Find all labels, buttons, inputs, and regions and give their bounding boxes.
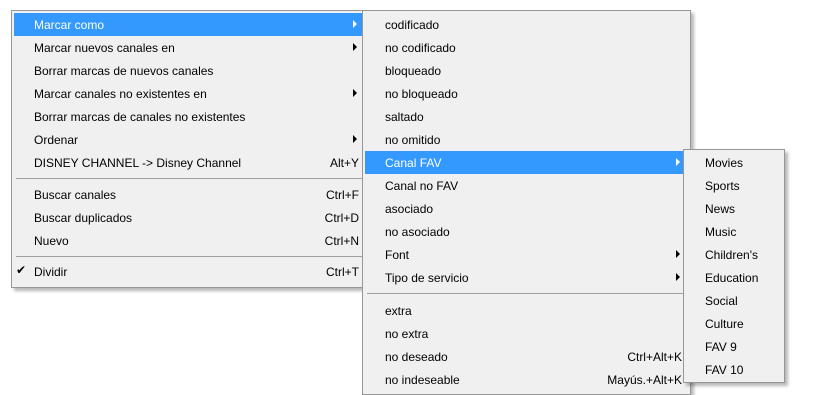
menu-item-label: Nuevo bbox=[34, 233, 69, 248]
menu-item-shortcut: Alt+Y bbox=[329, 155, 359, 170]
menu-separator bbox=[367, 293, 686, 294]
menu-item-bloqueado[interactable]: bloqueado bbox=[365, 59, 688, 82]
menu-item-label: Borrar marcas de canales no existentes bbox=[34, 109, 246, 124]
menu-item-font[interactable]: Font bbox=[365, 243, 688, 266]
menu-item-ordenar[interactable]: Ordenar bbox=[14, 128, 365, 151]
menu-item-fav-education[interactable]: Education bbox=[686, 266, 782, 289]
menu-item-label: Borrar marcas de nuevos canales bbox=[34, 63, 214, 78]
checkmark-icon: ✔ bbox=[16, 263, 27, 277]
submenu-arrow-icon bbox=[676, 250, 680, 258]
menu-item-label: no indeseable bbox=[385, 372, 460, 387]
menu-item-no-omitido[interactable]: no omitido bbox=[365, 128, 688, 151]
submenu-arrow-icon bbox=[353, 20, 357, 28]
menu-item-nuevo[interactable]: Nuevo Ctrl+N bbox=[14, 229, 365, 252]
submenu-arrow-icon bbox=[353, 89, 357, 97]
menu-item-label: Sports bbox=[705, 178, 740, 193]
menu-item-label: Buscar canales bbox=[34, 187, 117, 202]
menu-item-label: Movies bbox=[705, 155, 744, 170]
menu-item-fav-9[interactable]: FAV 9 bbox=[686, 335, 782, 358]
menu-item-label: FAV 9 bbox=[705, 339, 737, 354]
menu-item-label: Children's bbox=[705, 247, 758, 262]
menu-item-fav-10[interactable]: FAV 10 bbox=[686, 358, 782, 381]
menu-item-label: extra bbox=[385, 303, 412, 318]
menu-item-label: no omitido bbox=[385, 132, 441, 147]
menu-item-label: Tipo de servicio bbox=[385, 270, 469, 285]
menu-item-no-extra[interactable]: no extra bbox=[365, 322, 688, 345]
menu-item-shortcut: Ctrl+T bbox=[326, 264, 359, 279]
menu-item-label: Social bbox=[705, 293, 738, 308]
menu-item-label: Marcar nuevos canales en bbox=[34, 40, 175, 55]
submenu-arrow-icon bbox=[676, 273, 680, 281]
menu-item-label: Canal FAV bbox=[385, 155, 442, 170]
menu-item-borrar-marcas-nuevos[interactable]: Borrar marcas de nuevos canales bbox=[14, 59, 365, 82]
submenu-arrow-icon bbox=[353, 43, 357, 51]
menu-item-marcar-como[interactable]: Marcar como bbox=[14, 13, 365, 36]
menu-item-label: codificado bbox=[385, 17, 440, 32]
menu-item-label: no deseado bbox=[385, 349, 448, 364]
menu-item-label: Dividir bbox=[34, 264, 68, 279]
menu-item-canal-fav[interactable]: Canal FAV bbox=[365, 151, 688, 174]
menu-item-asociado[interactable]: asociado bbox=[365, 197, 688, 220]
menu-separator bbox=[16, 256, 363, 257]
menu-item-no-asociado[interactable]: no asociado bbox=[365, 220, 688, 243]
menu-item-fav-news[interactable]: News bbox=[686, 197, 782, 220]
submenu-arrow-icon bbox=[676, 158, 680, 166]
menu-item-fav-music[interactable]: Music bbox=[686, 220, 782, 243]
menu-item-canal-no-fav[interactable]: Canal no FAV bbox=[365, 174, 688, 197]
menu-item-borrar-no-existentes[interactable]: Borrar marcas de canales no existentes bbox=[14, 105, 365, 128]
menu-item-label: Ordenar bbox=[34, 132, 79, 147]
menu-item-label: News bbox=[705, 201, 736, 216]
menu-item-label: FAV 10 bbox=[705, 362, 744, 377]
menu-item-shortcut: Ctrl+Alt+K bbox=[627, 349, 682, 364]
menu-item-label: no codificado bbox=[385, 40, 456, 55]
menu-item-label: no extra bbox=[385, 326, 429, 341]
menu-item-fav-sports[interactable]: Sports bbox=[686, 174, 782, 197]
menu-item-no-deseado[interactable]: no deseado Ctrl+Alt+K bbox=[365, 345, 688, 368]
menu-item-extra[interactable]: extra bbox=[365, 299, 688, 322]
menu-item-label: Music bbox=[705, 224, 737, 239]
menu-item-label: Marcar como bbox=[34, 17, 105, 32]
menu-item-label: bloqueado bbox=[385, 63, 442, 78]
context-menu: Marcar como Marcar nuevos canales en Bor… bbox=[11, 10, 368, 288]
menu-item-codificado[interactable]: codificado bbox=[365, 13, 688, 36]
menu-item-label: Marcar canales no existentes en bbox=[34, 86, 207, 101]
menu-item-marcar-no-existentes[interactable]: Marcar canales no existentes en bbox=[14, 82, 365, 105]
menu-item-shortcut: Mayús.+Alt+K bbox=[607, 372, 682, 387]
fav-submenu: Movies Sports News Music Children's Educ… bbox=[683, 149, 785, 383]
menu-item-shortcut: Ctrl+N bbox=[324, 233, 359, 248]
mark-as-submenu: codificado no codificado bloqueado no bl… bbox=[362, 10, 691, 395]
menu-item-label: asociado bbox=[385, 201, 434, 216]
menu-item-label: no bloqueado bbox=[385, 86, 458, 101]
menu-item-tipo-servicio[interactable]: Tipo de servicio bbox=[365, 266, 688, 289]
menu-separator bbox=[16, 178, 363, 179]
menu-item-no-codificado[interactable]: no codificado bbox=[365, 36, 688, 59]
menu-item-label: Culture bbox=[705, 316, 744, 331]
menu-item-label: Canal no FAV bbox=[385, 178, 459, 193]
menu-item-buscar-canales[interactable]: Buscar canales Ctrl+F bbox=[14, 183, 365, 206]
menu-item-fav-childrens[interactable]: Children's bbox=[686, 243, 782, 266]
menu-item-label: Buscar duplicados bbox=[34, 210, 133, 225]
menu-item-label: no asociado bbox=[385, 224, 450, 239]
menu-item-fav-movies[interactable]: Movies bbox=[686, 151, 782, 174]
menu-item-dividir[interactable]: ✔ Dividir Ctrl+T bbox=[14, 260, 365, 283]
menu-item-shortcut: Ctrl+D bbox=[324, 210, 359, 225]
submenu-arrow-icon bbox=[353, 135, 357, 143]
menu-item-no-bloqueado[interactable]: no bloqueado bbox=[365, 82, 688, 105]
menu-item-label: Font bbox=[385, 247, 410, 262]
menu-item-shortcut: Ctrl+F bbox=[326, 187, 359, 202]
menu-item-label: DISNEY CHANNEL -> Disney Channel bbox=[34, 155, 242, 170]
menu-item-fav-social[interactable]: Social bbox=[686, 289, 782, 312]
menu-item-buscar-duplicados[interactable]: Buscar duplicados Ctrl+D bbox=[14, 206, 365, 229]
menu-item-rename-disney[interactable]: DISNEY CHANNEL -> Disney Channel Alt+Y bbox=[14, 151, 365, 174]
menu-item-saltado[interactable]: saltado bbox=[365, 105, 688, 128]
menu-item-label: Education bbox=[705, 270, 759, 285]
menu-item-marcar-nuevos[interactable]: Marcar nuevos canales en bbox=[14, 36, 365, 59]
menu-item-no-indeseable[interactable]: no indeseable Mayús.+Alt+K bbox=[365, 368, 688, 391]
menu-item-label: saltado bbox=[385, 109, 424, 124]
menu-item-fav-culture[interactable]: Culture bbox=[686, 312, 782, 335]
